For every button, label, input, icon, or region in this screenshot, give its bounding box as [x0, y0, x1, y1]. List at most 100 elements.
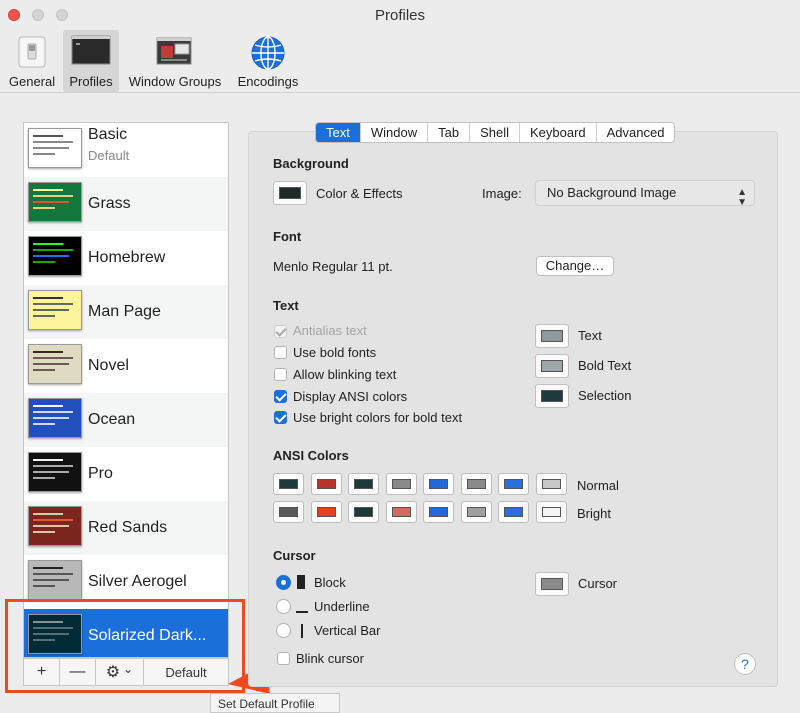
bold-text-color-label: Bold Text	[578, 358, 632, 373]
antialias-text-checkbox[interactable]	[274, 325, 287, 338]
ansi-normal-color-well-2[interactable]	[348, 473, 379, 495]
stepper-arrows-icon: ▲ ▼	[737, 187, 747, 208]
text-section-title: Text	[273, 298, 299, 313]
highlight-box	[5, 599, 245, 693]
toolbar-window-groups[interactable]: Window Groups	[122, 30, 228, 92]
profile-default-label: Default	[88, 148, 130, 163]
display-ansi-colors-checkbox[interactable]	[274, 390, 287, 403]
tab-advanced[interactable]: Advanced	[595, 123, 675, 142]
profile-item-basic[interactable]: Basic Default	[24, 123, 228, 177]
change-font-button[interactable]: Change…	[536, 256, 614, 276]
profile-name: Grass	[88, 195, 131, 212]
blink-cursor-checkbox[interactable]	[277, 652, 290, 665]
ansi-bright-color-well-5[interactable]	[460, 501, 492, 523]
bold-text-color-well[interactable]	[535, 354, 569, 378]
use-bold-fonts-checkbox[interactable]	[274, 346, 287, 359]
color-effects-label: Color & Effects	[316, 186, 403, 201]
globe-icon	[250, 35, 286, 74]
profile-thumbnail	[28, 290, 82, 330]
tab-window[interactable]: Window	[359, 123, 427, 142]
color-swatch	[279, 479, 298, 489]
blink-cursor-label: Blink cursor	[296, 651, 364, 666]
color-swatch	[541, 390, 563, 402]
tab-text[interactable]: Text	[316, 123, 360, 142]
background-color-well[interactable]	[273, 181, 307, 205]
allow-blinking-text-checkbox[interactable]	[274, 368, 287, 381]
color-swatch	[354, 479, 373, 489]
ansi-normal-color-well-3[interactable]	[385, 473, 417, 495]
color-swatch	[316, 479, 336, 489]
ansi-colors-section-title: ANSI Colors	[273, 448, 349, 463]
profile-thumbnail	[28, 344, 82, 384]
profile-thumbnail	[28, 560, 82, 600]
color-swatch	[466, 507, 486, 517]
profile-item-homebrew[interactable]: Homebrew	[24, 231, 228, 285]
color-swatch	[429, 507, 448, 517]
ansi-bright-color-well-6[interactable]	[498, 501, 529, 523]
ansi-bright-color-well-3[interactable]	[385, 501, 417, 523]
profile-item-grass[interactable]: Grass	[24, 177, 228, 231]
background-image-select[interactable]: No Background Image ▲ ▼	[535, 180, 755, 208]
preferences-toolbar: General Profiles Window Groups Encodings	[0, 30, 800, 92]
profile-thumbnail	[28, 128, 82, 168]
cursor-color-label: Cursor	[578, 576, 618, 591]
block-cursor-icon	[297, 575, 305, 589]
profile-thumbnail	[28, 452, 82, 492]
cursor-color-well[interactable]	[535, 572, 569, 596]
ansi-bright-color-well-4[interactable]	[423, 501, 454, 523]
cursor-underline-radio[interactable]	[276, 599, 291, 614]
color-swatch	[541, 479, 561, 489]
ansi-bright-color-well-2[interactable]	[348, 501, 379, 523]
toolbar-divider	[0, 92, 800, 93]
cursor-section-title: Cursor	[273, 548, 316, 563]
ansi-bright-color-well-7[interactable]	[535, 501, 567, 523]
profile-name: Man Page	[88, 303, 161, 320]
tab-tab[interactable]: Tab	[427, 123, 469, 142]
cursor-vertical-bar-label: Vertical Bar	[314, 623, 381, 638]
ansi-normal-color-well-5[interactable]	[460, 473, 492, 495]
profile-name: Basic	[88, 126, 128, 143]
bright-colors-bold-checkbox[interactable]	[274, 411, 287, 424]
toolbar-profiles[interactable]: Profiles	[63, 30, 119, 92]
cursor-block-radio[interactable]	[276, 575, 291, 590]
switch-icon	[14, 35, 50, 72]
underline-cursor-icon	[296, 611, 308, 613]
tab-shell[interactable]: Shell	[469, 123, 519, 142]
cursor-block-label: Block	[314, 575, 346, 590]
color-swatch	[429, 479, 448, 489]
ansi-bright-color-well-1[interactable]	[310, 501, 342, 523]
profile-item-man-page[interactable]: Man Page	[24, 285, 228, 339]
profile-thumbnail	[28, 236, 82, 276]
color-swatch	[504, 479, 523, 489]
selection-color-well[interactable]	[535, 384, 569, 408]
cursor-vertical-bar-radio[interactable]	[276, 623, 291, 638]
profile-item-pro[interactable]: Pro	[24, 447, 228, 501]
profile-item-red-sands[interactable]: Red Sands	[24, 501, 228, 555]
tab-keyboard[interactable]: Keyboard	[518, 123, 596, 142]
help-button[interactable]: ?	[734, 653, 756, 675]
profile-list[interactable]: Basic Default Grass Homebrew Man Page No…	[23, 122, 229, 658]
font-section-title: Font	[273, 229, 302, 244]
window-title: Profiles	[374, 7, 426, 24]
title-bar: Profiles	[0, 0, 800, 30]
toolbar-encodings[interactable]: Encodings	[231, 30, 305, 92]
ansi-normal-color-well-0[interactable]	[273, 473, 304, 495]
ansi-normal-color-well-7[interactable]	[535, 473, 567, 495]
tooltip: Set Default Profile	[210, 693, 340, 713]
profile-name: Ocean	[88, 411, 136, 428]
font-value: Menlo Regular 11 pt.	[273, 259, 393, 274]
ansi-normal-color-well-1[interactable]	[310, 473, 342, 495]
antialias-text-label: Antialias text	[293, 323, 367, 338]
profile-item-ocean[interactable]: Ocean	[24, 393, 228, 447]
profile-thumbnail	[28, 506, 82, 546]
background-section-title: Background	[273, 156, 349, 171]
profile-item-novel[interactable]: Novel	[24, 339, 228, 393]
color-swatch	[354, 507, 373, 517]
text-color-label: Text	[578, 328, 602, 343]
text-color-well[interactable]	[535, 324, 569, 348]
toolbar-general[interactable]: General	[3, 30, 61, 92]
ansi-normal-color-well-6[interactable]	[498, 473, 529, 495]
profile-thumbnail	[28, 182, 82, 222]
ansi-bright-color-well-0[interactable]	[273, 501, 304, 523]
ansi-normal-color-well-4[interactable]	[423, 473, 454, 495]
